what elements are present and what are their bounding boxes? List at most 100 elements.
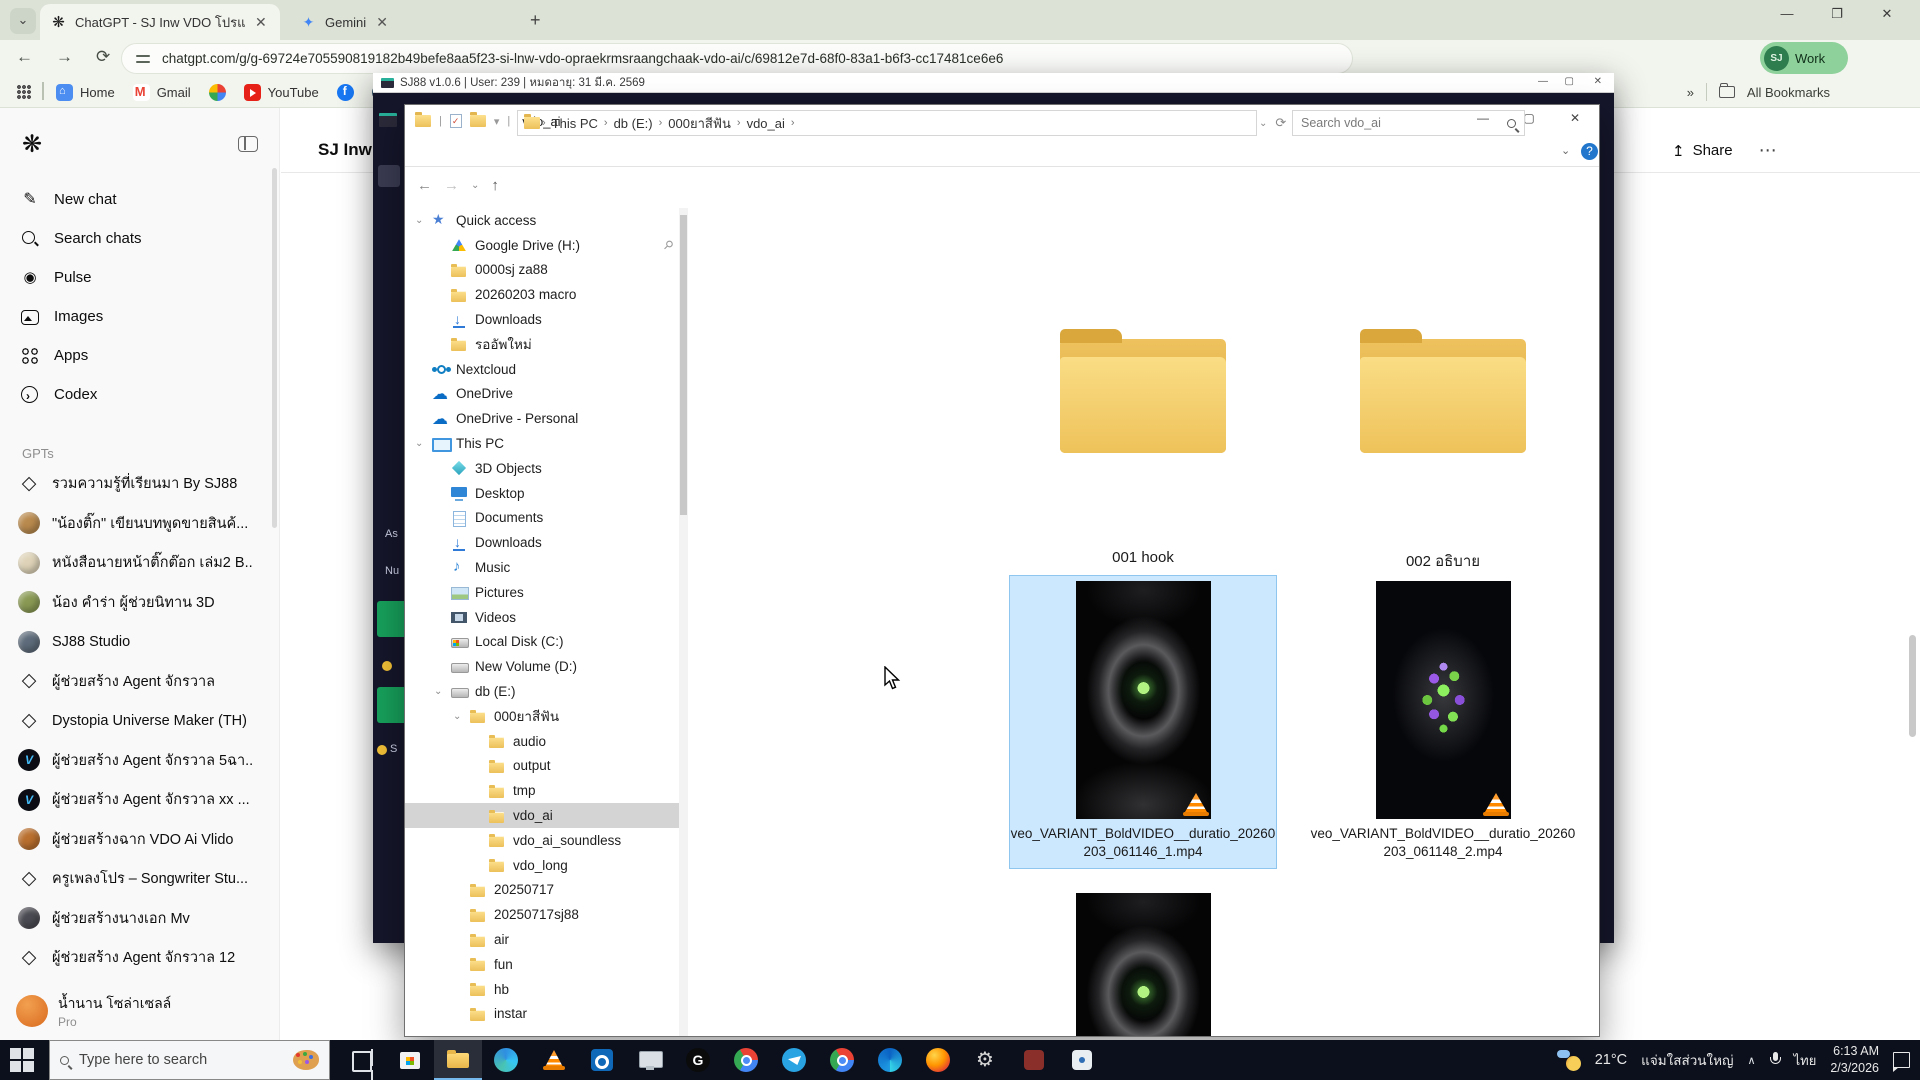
help-icon[interactable]: ? bbox=[1581, 143, 1598, 160]
gpt-item[interactable]: Vผู้ช่วยสร้าง Agent จักรวาล xx ... bbox=[8, 780, 272, 820]
sj88-close-button[interactable]: ✕ bbox=[1594, 76, 1602, 87]
tree-item[interactable]: Nextcloud bbox=[405, 357, 687, 382]
address-bar[interactable]: chatgpt.com/g/g-69724e705590819182b49bef… bbox=[122, 44, 1352, 73]
tree-item[interactable]: output bbox=[405, 754, 687, 779]
tree-item[interactable]: รออัพใหม่ bbox=[405, 332, 687, 357]
weather-icon[interactable] bbox=[1557, 1049, 1581, 1071]
breadcrumb-item[interactable]: This PC bbox=[546, 116, 604, 131]
tab-gemini[interactable]: ✦Gemini✕ bbox=[290, 4, 530, 40]
gpt-item[interactable]: ผู้ช่วยสร้างนางเอก Mv bbox=[8, 899, 272, 939]
gpt-item[interactable]: ผู้ช่วยสร้างฉาก VDO Ai Vlido bbox=[8, 820, 272, 860]
nav-history-chevron[interactable]: ⌄ bbox=[471, 180, 479, 191]
tree-expand-chevron[interactable]: ⌄ bbox=[415, 438, 425, 449]
taskbar-search-box[interactable]: Type here to search bbox=[49, 1040, 330, 1080]
nav-back-button[interactable]: ← bbox=[417, 177, 432, 194]
back-button[interactable]: ← bbox=[16, 47, 33, 67]
tree-item[interactable]: hb bbox=[405, 977, 687, 1002]
taskbar-app-store[interactable] bbox=[386, 1040, 434, 1080]
sidebar-item-codex[interactable]: Codex bbox=[8, 375, 268, 414]
tree-item[interactable]: fun bbox=[405, 952, 687, 977]
folder-item[interactable] bbox=[1060, 329, 1226, 453]
start-button[interactable] bbox=[10, 1048, 34, 1072]
sj88-title-bar[interactable]: SJ88 v1.0.6 | User: 239 | หมดอายุ: 31 มี… bbox=[373, 73, 1614, 93]
sidebar-item-pulse[interactable]: Pulse bbox=[8, 258, 268, 297]
new-tab-button[interactable]: + bbox=[530, 10, 541, 31]
tree-item[interactable]: vdo_long bbox=[405, 853, 687, 878]
gpt-item[interactable]: ◇ผู้ช่วยสร้าง Agent จักรวาล bbox=[8, 662, 272, 702]
video-thumbnail[interactable] bbox=[1076, 893, 1211, 1037]
share-button[interactable]: ↥ Share bbox=[1672, 142, 1733, 160]
taskbar-app-logitech-g[interactable] bbox=[674, 1040, 722, 1080]
tree-item[interactable]: 20250717 bbox=[405, 878, 687, 903]
openai-logo-icon[interactable]: ❋ bbox=[22, 130, 42, 159]
breadcrumb-item[interactable]: 000ยาสีฟัน bbox=[662, 113, 737, 134]
taskbar-app-firefox[interactable] bbox=[914, 1040, 962, 1080]
gpt-item[interactable]: ◇ผู้ช่วยสร้าง Agent จักรวาล 12 bbox=[8, 938, 272, 978]
breadcrumb-item[interactable]: vdo_ai bbox=[741, 116, 791, 131]
apps-grid-icon[interactable] bbox=[16, 84, 31, 99]
tree-item[interactable]: 0000sj za88 bbox=[405, 258, 687, 283]
sidebar-item-images[interactable]: Images bbox=[8, 297, 268, 336]
bookmark-facebook[interactable] bbox=[337, 84, 354, 101]
sj88-minimize-button[interactable]: — bbox=[1538, 76, 1548, 87]
sidebar-item-search[interactable]: Search chats bbox=[8, 219, 268, 258]
tree-item[interactable]: Downloads bbox=[405, 307, 687, 332]
breadcrumb-item[interactable]: db (E:) bbox=[608, 116, 659, 131]
tree-item[interactable]: Pictures bbox=[405, 580, 687, 605]
tree-item[interactable]: OneDrive - Personal bbox=[405, 406, 687, 431]
bookmark-photos[interactable] bbox=[209, 84, 226, 101]
tab-close-icon[interactable]: ✕ bbox=[255, 14, 267, 31]
sidebar-item-apps[interactable]: Apps bbox=[8, 336, 268, 375]
weather-temp[interactable]: 21°C bbox=[1595, 1052, 1627, 1068]
breadcrumb[interactable]: ›This PC›db (E:)›000ยาสีฟัน›vdo_ai› bbox=[517, 110, 1257, 136]
taskbar-app-file-explorer[interactable] bbox=[434, 1040, 482, 1080]
tree-item[interactable]: 20260203 macro bbox=[405, 282, 687, 307]
tree-scrollbar-thumb[interactable] bbox=[680, 215, 687, 515]
site-settings-icon[interactable] bbox=[136, 54, 150, 64]
browser-minimize-button[interactable]: — bbox=[1772, 6, 1802, 21]
gpt-item[interactable]: ◇รวมความรู้ที่เรียนมา By SJ88 bbox=[8, 464, 272, 504]
nav-up-button[interactable]: ↑ bbox=[491, 177, 499, 194]
tree-item[interactable]: Videos bbox=[405, 605, 687, 630]
tree-expand-chevron[interactable]: ⌄ bbox=[453, 711, 463, 722]
bookmarks-overflow-chevron[interactable]: » bbox=[1687, 85, 1694, 100]
gpt-item[interactable]: หนังสือนายหน้าติ๊กต๊อก เล่ม2 B... bbox=[8, 543, 272, 583]
bookmark-youtube[interactable]: YouTube bbox=[244, 84, 319, 101]
taskbar-app-vlc[interactable] bbox=[530, 1040, 578, 1080]
explorer-close-button[interactable]: ✕ bbox=[1555, 111, 1595, 125]
explorer-search-box[interactable]: Search vdo_ai bbox=[1292, 110, 1525, 136]
sidebar-toggle-icon[interactable] bbox=[238, 136, 258, 152]
tree-item[interactable]: ⌄This PC bbox=[405, 431, 687, 456]
page-more-button[interactable]: ⋯ bbox=[1759, 140, 1778, 161]
sj88-green-button-fragment[interactable] bbox=[377, 687, 404, 723]
taskbar-app-task-view[interactable] bbox=[338, 1040, 386, 1080]
action-center-icon[interactable] bbox=[1893, 1052, 1910, 1068]
forward-button[interactable]: → bbox=[56, 47, 73, 67]
bookmark-home[interactable]: Home bbox=[56, 84, 115, 101]
profile-chip[interactable]: SJ Work bbox=[1760, 42, 1848, 74]
tree-item[interactable]: instar bbox=[405, 1002, 687, 1027]
gpt-item[interactable]: ◇ครูเพลงโปร – Songwriter Stu... bbox=[8, 859, 272, 899]
account-chip[interactable]: น้ำนาน โซล่าเซลล์ Pro bbox=[8, 988, 272, 1034]
clock[interactable]: 6:13 AM 2/3/2026 bbox=[1830, 1043, 1879, 1077]
sj88-green-button-fragment[interactable] bbox=[377, 601, 404, 637]
tree-item[interactable]: Google Drive (H:)⚲ bbox=[405, 233, 687, 258]
page-scrollbar[interactable] bbox=[1909, 635, 1916, 737]
taskbar-app-monitor[interactable] bbox=[626, 1040, 674, 1080]
qat-properties-icon[interactable] bbox=[450, 114, 462, 128]
tree-item[interactable]: ⌄000ยาสีฟัน bbox=[405, 704, 687, 729]
folder-item-label[interactable]: 001 hook bbox=[1008, 549, 1278, 566]
qat-customize-chevron[interactable]: ▾ bbox=[494, 115, 500, 128]
taskbar-app-app-light[interactable] bbox=[1058, 1040, 1106, 1080]
sj88-maximize-button[interactable]: ▢ bbox=[1565, 76, 1574, 87]
taskbar-app-settings[interactable] bbox=[962, 1040, 1010, 1080]
tree-item[interactable]: Downloads bbox=[405, 530, 687, 555]
sidebar-scrollbar[interactable] bbox=[272, 168, 277, 528]
nav-forward-button[interactable]: → bbox=[444, 177, 459, 194]
all-bookmarks-label[interactable]: All Bookmarks bbox=[1747, 85, 1830, 100]
gpt-item[interactable]: Vผู้ช่วยสร้าง Agent จักรวาล 5ฉา... bbox=[8, 741, 272, 781]
video-file-name[interactable]: veo_VARIANT_BoldVIDEO__duratio_20260203_… bbox=[1307, 825, 1579, 860]
bookmark-gmail[interactable]: Gmail bbox=[133, 84, 191, 101]
tree-item[interactable]: tmp bbox=[405, 778, 687, 803]
tree-item[interactable]: 3D Objects bbox=[405, 456, 687, 481]
